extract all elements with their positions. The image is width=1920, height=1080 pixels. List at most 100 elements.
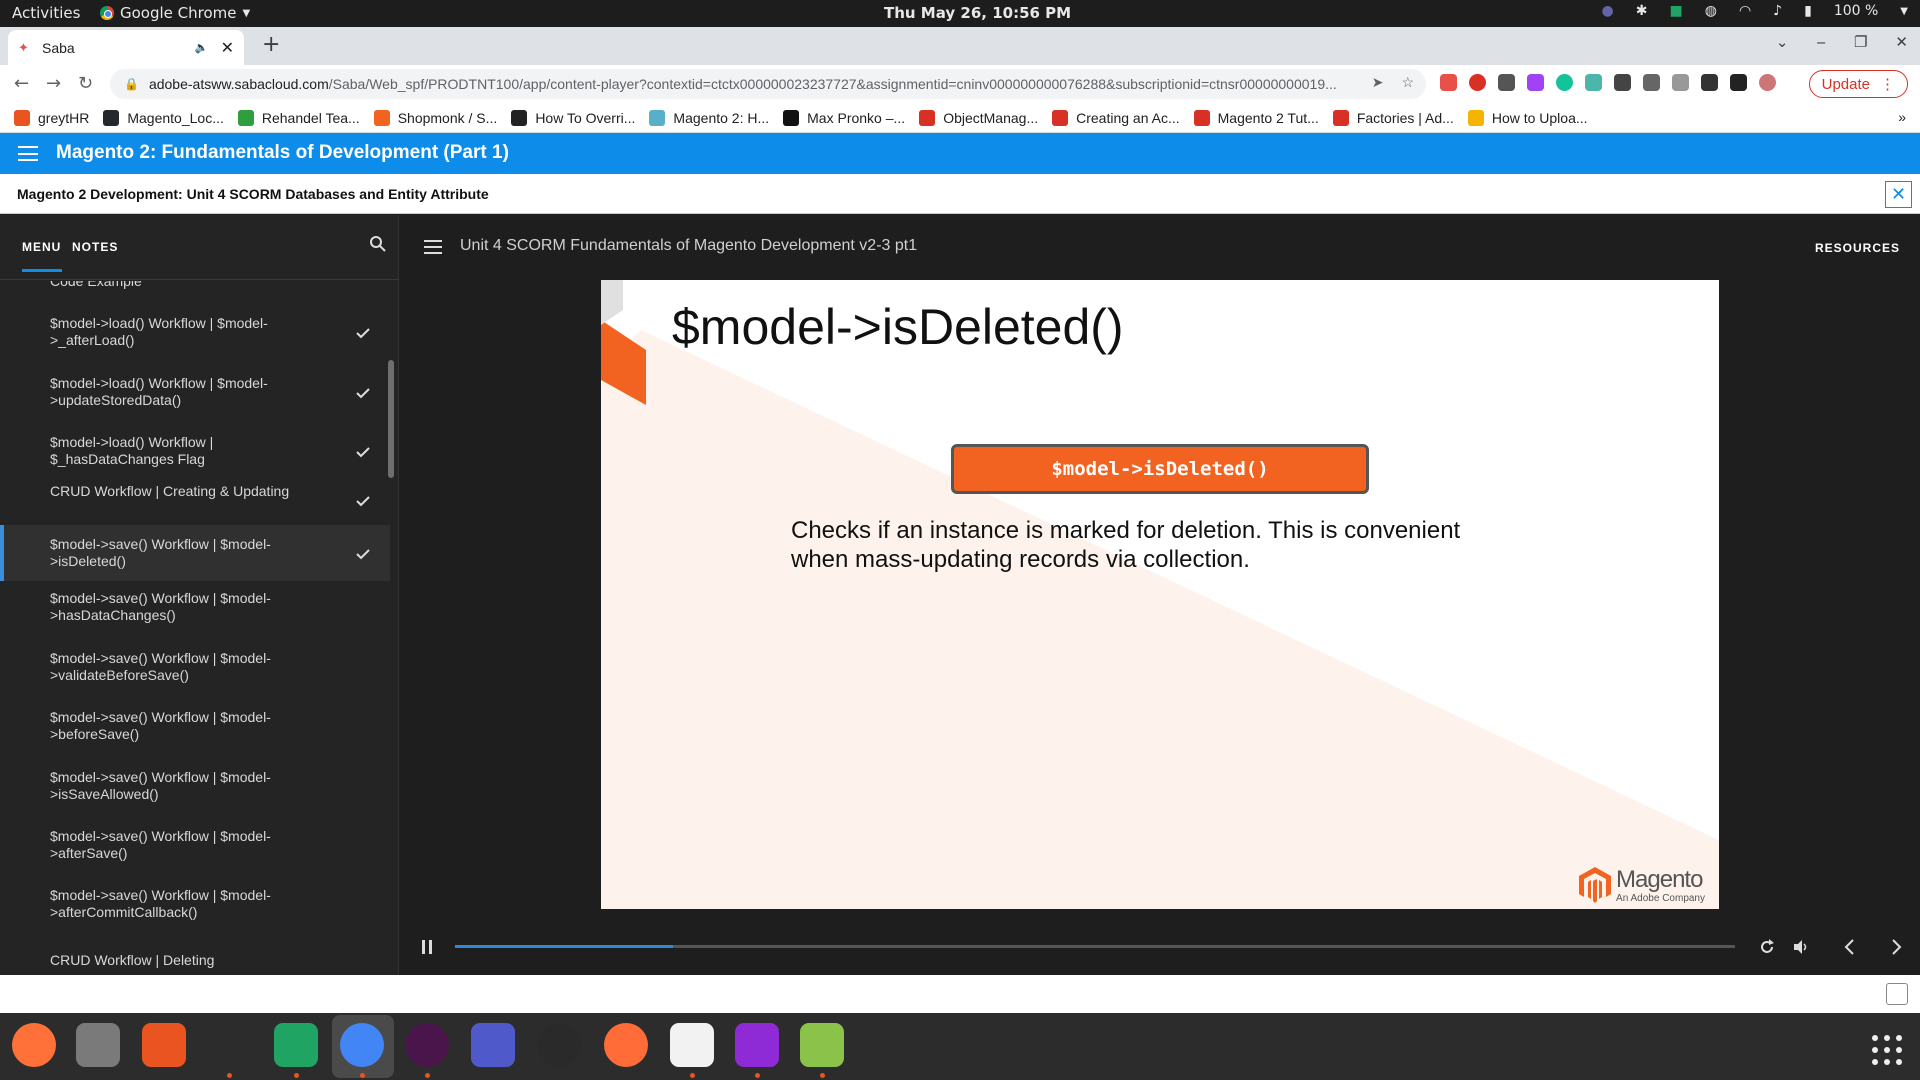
bookmark-item[interactable]: Creating an Ac... — [1052, 109, 1180, 126]
bookmark-item[interactable]: Shopmonk / S... — [373, 109, 497, 126]
maximize-button[interactable]: ❐ — [1854, 33, 1867, 51]
side-panel-icon[interactable] — [1730, 74, 1747, 91]
hamburger-menu-icon[interactable] — [18, 146, 38, 161]
close-window-button[interactable]: ✕ — [1895, 33, 1908, 51]
running-indicator — [227, 1073, 232, 1078]
sidebar-menu-item[interactable]: $model->load() Workflow | $_hasDataChang… — [0, 428, 390, 474]
bookmark-item[interactable]: Magento 2: H... — [649, 109, 769, 126]
sidebar-menu-item[interactable]: $model->save() Workflow | $model->before… — [0, 703, 390, 749]
slide-title: $model->isDeleted() — [672, 299, 1124, 355]
sidebar-menu-item[interactable]: $model->save() Workflow | $model->afterC… — [0, 881, 390, 927]
sidebar-menu-item[interactable]: $model->load() Workflow | $model->_after… — [0, 309, 390, 355]
next-slide-icon[interactable] — [1886, 937, 1906, 957]
extension-icon[interactable] — [1498, 74, 1515, 91]
sidebar-menu-item[interactable]: $model->save() Workflow | $model->hasDat… — [0, 584, 390, 630]
google-chat-icon[interactable] — [274, 1023, 318, 1067]
extension-icon[interactable] — [1643, 74, 1660, 91]
slack-icon[interactable] — [405, 1023, 449, 1067]
tab-notes[interactable]: NOTES — [72, 240, 118, 254]
chevron-down-icon[interactable]: ▼ — [1900, 6, 1908, 17]
image-viewer-icon[interactable] — [800, 1023, 844, 1067]
speaker-icon[interactable]: 🔈 — [195, 41, 209, 54]
extension-icon[interactable] — [1527, 74, 1544, 91]
sidebar-scrollbar[interactable] — [388, 360, 394, 478]
progress-bar[interactable] — [455, 945, 1735, 948]
adblock-icon[interactable] — [1469, 74, 1486, 91]
bookmark-item[interactable]: Rehandel Tea... — [237, 109, 360, 126]
bookmark-item[interactable]: Magento 2 Tut... — [1193, 109, 1319, 126]
bookmark-item[interactable]: How to Uploa... — [1467, 109, 1588, 126]
avatar[interactable] — [1759, 74, 1776, 91]
tab-search-icon[interactable]: ⌄ — [1776, 33, 1789, 51]
camera-icon[interactable] — [537, 1023, 581, 1067]
terminal-icon[interactable] — [207, 1023, 251, 1067]
bookmark-star-icon[interactable]: ☆ — [1401, 74, 1414, 91]
reload-button[interactable]: ↻ — [78, 73, 93, 94]
sidebar-menu-item[interactable]: $model->save() Workflow | $model->valida… — [0, 644, 390, 690]
resources-button[interactable]: RESOURCES — [1815, 241, 1900, 255]
previous-slide-icon[interactable] — [1840, 937, 1860, 957]
pause-button[interactable] — [422, 940, 434, 954]
bookmark-item[interactable]: Factories | Ad... — [1332, 109, 1454, 126]
fullscreen-icon[interactable] — [1886, 983, 1908, 1005]
bookmark-favicon-icon — [1467, 109, 1484, 126]
clock[interactable]: Thu May 26, 10:56 PM — [884, 4, 1071, 22]
sidebar-menu-item[interactable]: CRUD Workflow | Creating & Updating — [0, 482, 390, 518]
minimize-button[interactable]: ‒ — [1816, 33, 1826, 51]
hamburger-menu-icon[interactable] — [424, 240, 442, 254]
firefox-icon[interactable] — [12, 1023, 56, 1067]
update-button[interactable]: Update ⋮ — [1808, 70, 1908, 98]
grammarly-icon[interactable] — [1556, 74, 1573, 91]
show-applications-icon[interactable] — [1872, 1035, 1902, 1065]
bookmark-item[interactable]: Magento_Loc... — [103, 109, 224, 126]
text-editor-icon[interactable] — [670, 1023, 714, 1067]
browser-tab[interactable]: ✦ Saba 🔈 ✕ — [8, 30, 244, 65]
phpstorm-icon[interactable] — [735, 1023, 779, 1067]
sidebar-menu-item[interactable]: $model->save() Workflow | $model->afterS… — [0, 822, 390, 868]
puzzle-icon[interactable] — [1701, 74, 1718, 91]
sidebar-menu-item[interactable]: Code Example — [0, 281, 390, 295]
bookmark-label: How To Overri... — [535, 109, 636, 126]
code-callout: $model->isDeleted() — [951, 444, 1369, 494]
teams-tray-icon[interactable]: ● — [1602, 3, 1614, 19]
globe-icon[interactable]: ◍ — [1705, 3, 1717, 19]
system-tray[interactable]: ● ✱ ■ ◍ ◠ ♪ ▮ 100 % ▼ — [1602, 3, 1908, 19]
extension-icon[interactable] — [1672, 74, 1689, 91]
dock — [0, 1013, 1920, 1080]
bookmark-favicon-icon — [14, 109, 30, 126]
search-icon[interactable] — [369, 235, 387, 253]
bookmark-item[interactable]: How To Overri... — [511, 109, 636, 126]
chat-tray-icon[interactable]: ■ — [1669, 3, 1682, 19]
postman-icon[interactable] — [604, 1023, 648, 1067]
close-player-button[interactable]: ✕ — [1885, 181, 1912, 208]
forward-button[interactable]: → — [46, 73, 61, 94]
sidebar-menu-item[interactable]: $model->load() Workflow | $model->update… — [0, 369, 390, 415]
sidebar-menu-item[interactable]: $model->save() Workflow | $model->isDele… — [0, 525, 390, 581]
tab-menu[interactable]: MENU — [22, 240, 63, 272]
slack-tray-icon[interactable]: ✱ — [1636, 3, 1648, 19]
app-menu[interactable]: Google Chrome ▼ — [100, 4, 250, 22]
volume-icon[interactable] — [1791, 937, 1811, 957]
extension-icon[interactable] — [1614, 74, 1631, 91]
software-center-icon[interactable] — [142, 1023, 186, 1067]
send-icon[interactable]: ➤ — [1372, 74, 1384, 91]
address-bar[interactable]: 🔒 adobe-atsww.sabacloud.com/Saba/Web_spf… — [110, 69, 1426, 99]
files-icon[interactable] — [76, 1023, 120, 1067]
activities-button[interactable]: Activities — [12, 4, 80, 22]
bookmark-item[interactable]: ObjectManag... — [919, 109, 1038, 126]
teams-icon[interactable] — [471, 1023, 515, 1067]
bookmark-item[interactable]: Max Pronko –... — [783, 109, 905, 126]
chrome-icon[interactable] — [340, 1023, 384, 1067]
lock-icon[interactable]: 🔒 — [124, 77, 139, 91]
back-button[interactable]: ← — [14, 73, 29, 94]
sidebar-menu-item[interactable]: CRUD Workflow | Deleting — [0, 945, 390, 975]
sidebar-menu-item[interactable]: $model->save() Workflow | $model->isSave… — [0, 763, 390, 809]
more-bookmarks-icon[interactable]: » — [1898, 109, 1906, 125]
extension-icon[interactable] — [1440, 74, 1457, 91]
close-tab-icon[interactable]: ✕ — [221, 38, 234, 58]
extension-icon[interactable] — [1585, 74, 1602, 91]
bookmark-item[interactable]: greytHR — [14, 109, 89, 126]
replay-icon[interactable] — [1757, 937, 1777, 957]
new-tab-button[interactable]: + — [262, 32, 280, 57]
menu-item-label: $model->save() Workflow | $model->afterC… — [50, 887, 271, 920]
